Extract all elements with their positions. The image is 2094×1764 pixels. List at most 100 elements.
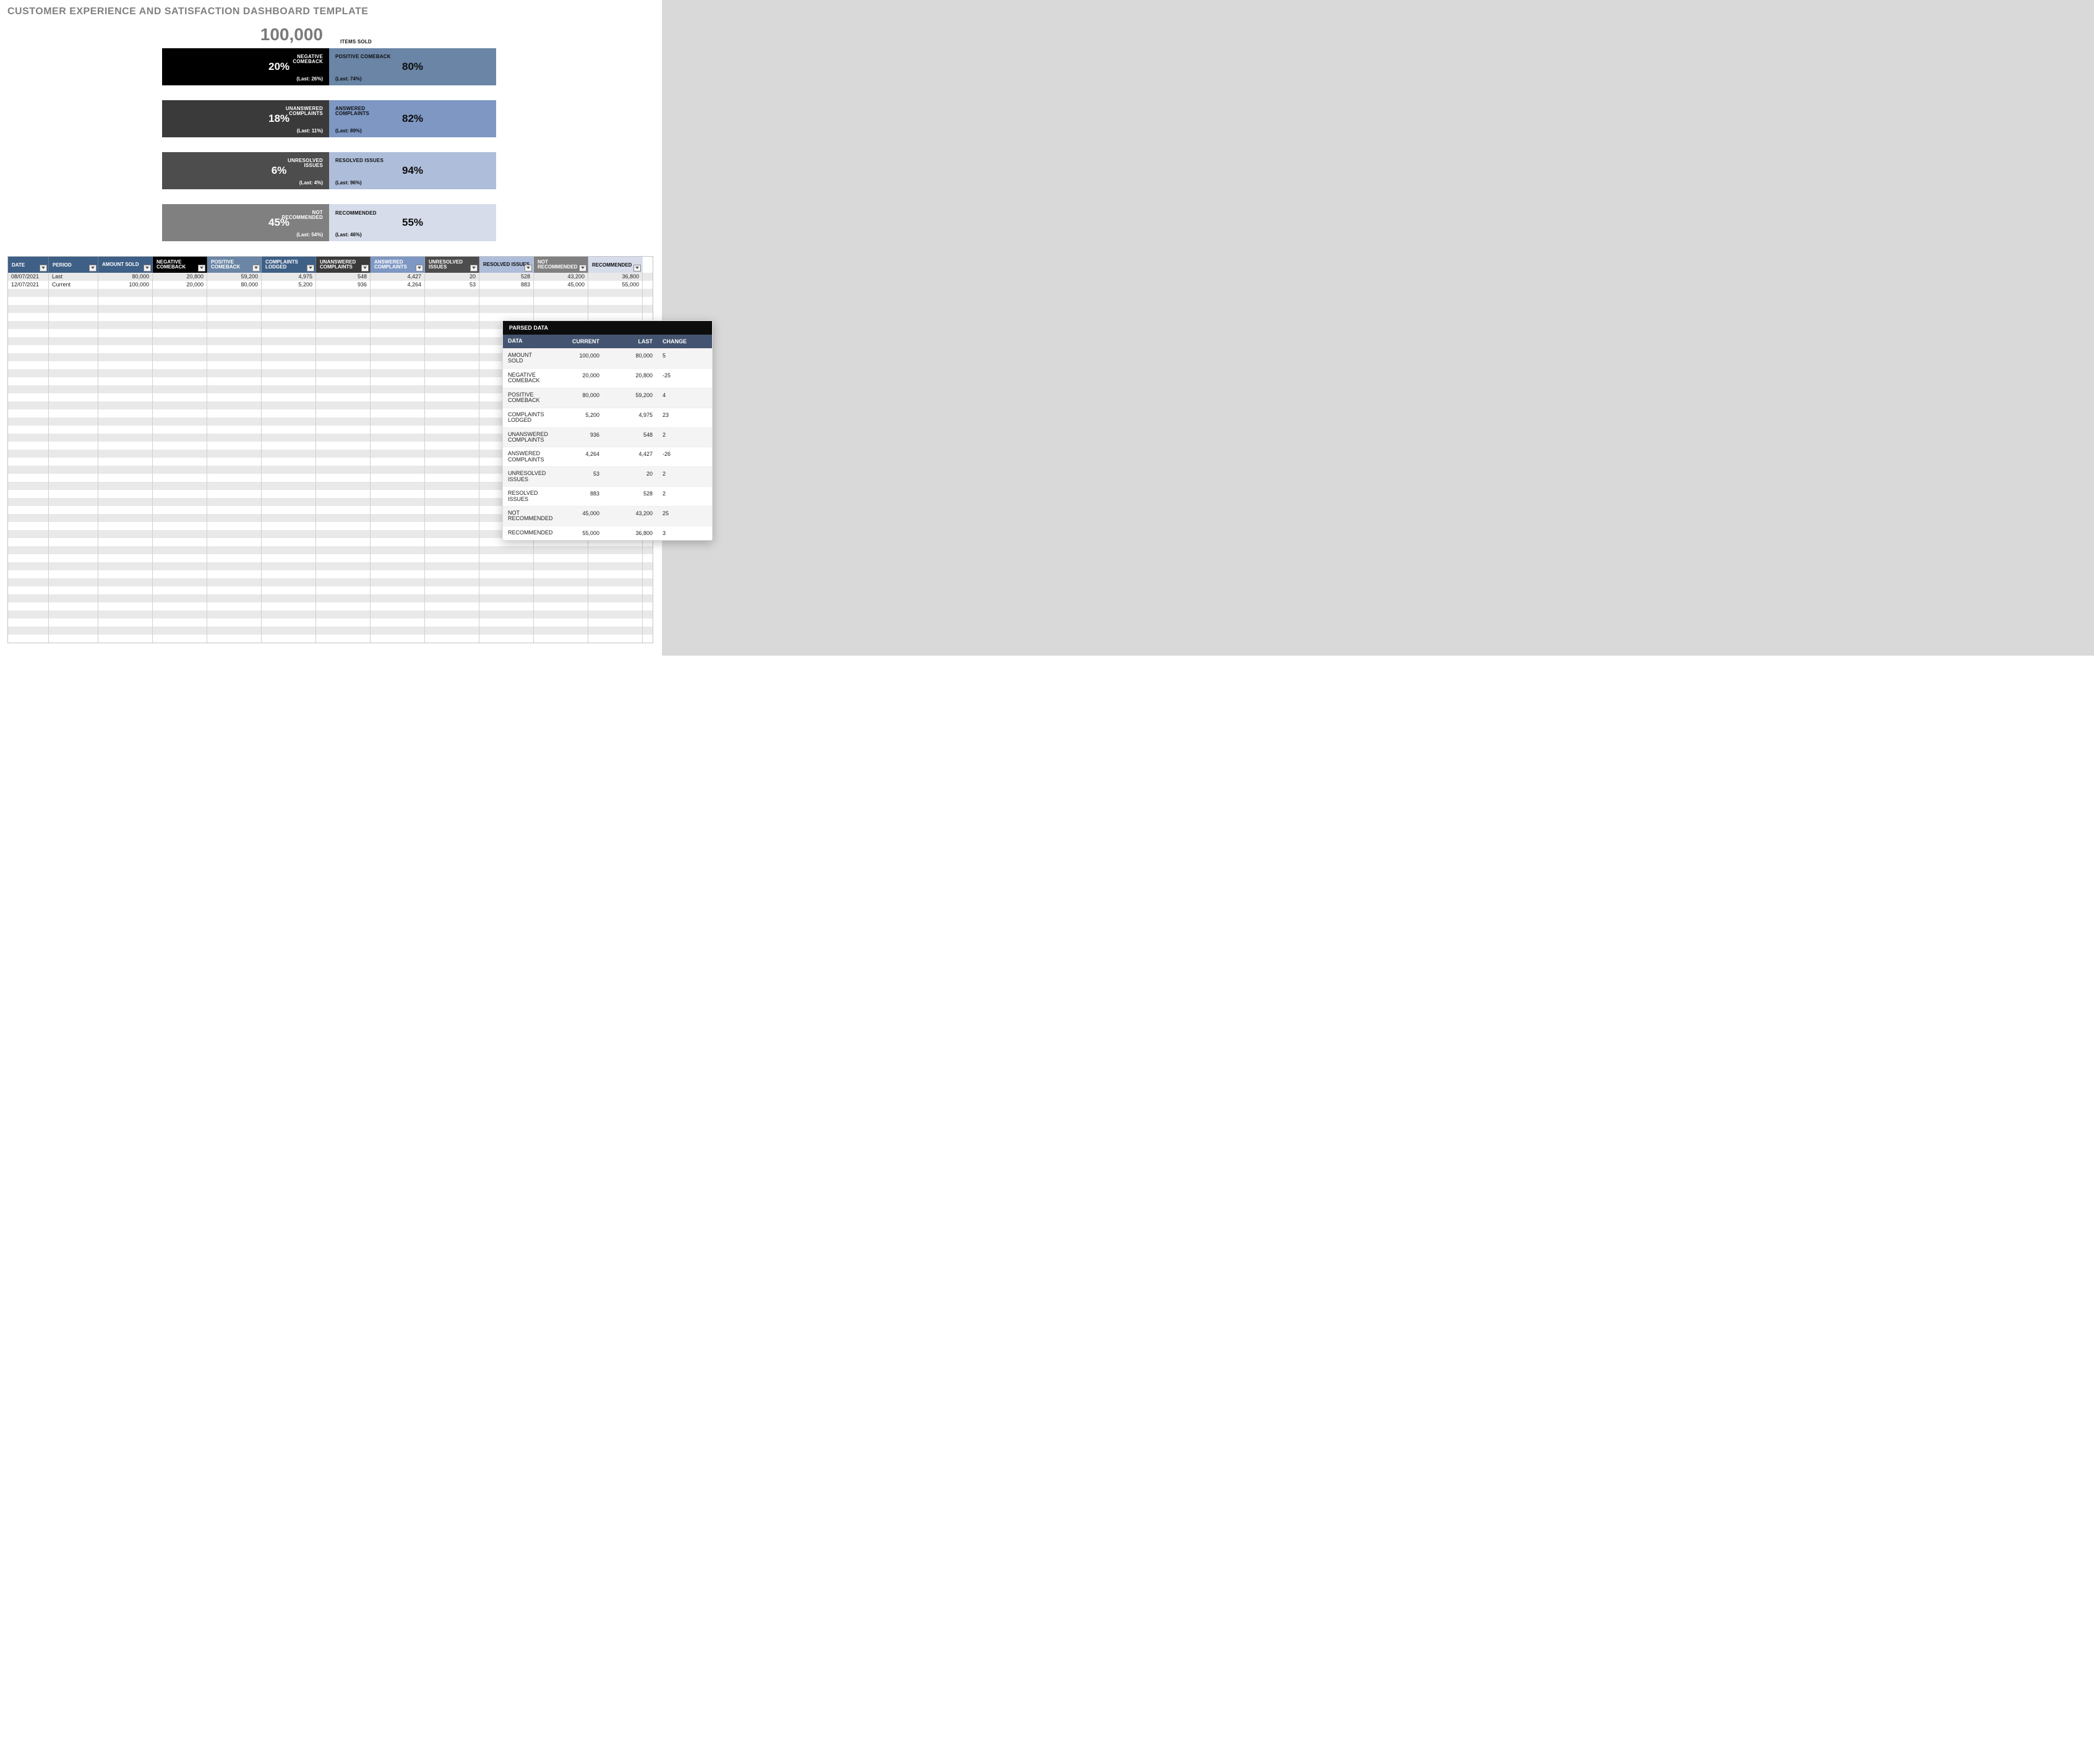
table-cell[interactable] <box>8 417 49 426</box>
table-cell[interactable] <box>49 305 98 313</box>
table-cell[interactable] <box>371 514 425 522</box>
grid-header-cell[interactable]: ANSWERED COMPLAINTS <box>371 257 425 273</box>
table-cell[interactable] <box>98 586 153 594</box>
table-cell[interactable] <box>98 345 153 353</box>
table-cell[interactable] <box>207 635 262 643</box>
table-cell[interactable] <box>98 514 153 522</box>
table-row[interactable] <box>8 554 653 562</box>
table-cell[interactable] <box>49 377 98 385</box>
table-cell[interactable] <box>425 474 479 482</box>
table-cell[interactable] <box>425 546 479 554</box>
grid-header-cell[interactable]: NOT RECOMMENDED <box>534 257 588 273</box>
table-cell[interactable] <box>534 602 588 610</box>
table-cell[interactable] <box>49 506 98 514</box>
table-cell[interactable] <box>316 442 371 450</box>
table-cell[interactable] <box>98 570 153 578</box>
table-cell[interactable] <box>371 297 425 305</box>
table-cell[interactable] <box>207 393 262 401</box>
table-cell[interactable] <box>588 289 643 297</box>
table-cell[interactable] <box>98 442 153 450</box>
table-cell[interactable] <box>49 361 98 369</box>
table-row[interactable] <box>8 594 653 602</box>
table-cell[interactable] <box>8 329 49 337</box>
table-cell[interactable] <box>207 490 262 498</box>
table-cell[interactable] <box>262 619 316 627</box>
table-cell[interactable] <box>8 578 49 586</box>
table-cell[interactable] <box>49 458 98 466</box>
table-cell[interactable] <box>316 482 371 490</box>
table-cell[interactable] <box>316 586 371 594</box>
table-cell[interactable] <box>207 514 262 522</box>
table-cell[interactable] <box>8 289 49 297</box>
table-cell[interactable] <box>262 538 316 546</box>
table-cell[interactable] <box>98 538 153 546</box>
table-cell[interactable] <box>425 401 479 409</box>
table-cell[interactable] <box>316 490 371 498</box>
table-cell[interactable] <box>8 345 49 353</box>
table-cell[interactable]: 100,000 <box>98 281 153 289</box>
table-cell[interactable] <box>8 562 49 570</box>
table-cell[interactable] <box>153 345 207 353</box>
table-cell[interactable] <box>262 289 316 297</box>
table-cell[interactable] <box>8 450 49 458</box>
table-cell[interactable] <box>98 554 153 562</box>
table-cell[interactable] <box>425 506 479 514</box>
table-cell[interactable] <box>588 594 643 602</box>
table-cell[interactable] <box>479 562 534 570</box>
table-cell[interactable] <box>153 337 207 345</box>
table-row[interactable] <box>8 562 653 570</box>
table-cell[interactable] <box>316 578 371 586</box>
table-cell[interactable] <box>98 313 153 321</box>
table-cell[interactable] <box>153 361 207 369</box>
table-cell[interactable] <box>207 321 262 329</box>
table-cell[interactable] <box>262 602 316 610</box>
table-cell[interactable] <box>153 466 207 474</box>
table-cell[interactable] <box>588 305 643 313</box>
table-row[interactable] <box>8 619 653 627</box>
table-cell[interactable] <box>316 313 371 321</box>
table-cell[interactable] <box>8 538 49 546</box>
table-cell[interactable] <box>49 498 98 506</box>
table-cell[interactable] <box>153 377 207 385</box>
table-cell[interactable] <box>98 289 153 297</box>
table-cell[interactable] <box>262 417 316 426</box>
table-cell[interactable] <box>8 594 49 602</box>
table-cell[interactable] <box>425 321 479 329</box>
table-cell[interactable] <box>207 385 262 393</box>
table-cell[interactable] <box>316 361 371 369</box>
table-cell[interactable] <box>153 514 207 522</box>
table-cell[interactable] <box>98 305 153 313</box>
table-cell[interactable] <box>153 393 207 401</box>
table-cell[interactable]: 43,200 <box>534 273 588 281</box>
table-cell[interactable] <box>8 610 49 619</box>
table-cell[interactable] <box>262 377 316 385</box>
table-cell[interactable] <box>371 426 425 434</box>
table-cell[interactable] <box>316 321 371 329</box>
table-cell[interactable] <box>371 594 425 602</box>
table-cell[interactable] <box>98 369 153 377</box>
table-cell[interactable]: 4,975 <box>262 273 316 281</box>
table-cell[interactable] <box>49 345 98 353</box>
table-cell[interactable] <box>153 458 207 466</box>
table-cell[interactable] <box>371 466 425 474</box>
table-cell[interactable] <box>49 337 98 345</box>
table-cell[interactable] <box>49 474 98 482</box>
table-cell[interactable] <box>371 570 425 578</box>
table-cell[interactable] <box>425 627 479 635</box>
table-cell[interactable] <box>371 434 425 442</box>
table-cell[interactable] <box>49 602 98 610</box>
table-cell[interactable] <box>479 578 534 586</box>
table-cell[interactable] <box>8 409 49 417</box>
table-cell[interactable] <box>207 450 262 458</box>
table-cell[interactable] <box>153 434 207 442</box>
table-cell[interactable] <box>207 377 262 385</box>
table-cell[interactable] <box>371 490 425 498</box>
table-cell[interactable] <box>316 602 371 610</box>
table-cell[interactable] <box>207 602 262 610</box>
table-cell[interactable] <box>534 570 588 578</box>
table-cell[interactable] <box>207 538 262 546</box>
table-cell[interactable] <box>98 506 153 514</box>
table-cell[interactable] <box>262 337 316 345</box>
table-cell[interactable] <box>8 570 49 578</box>
table-row[interactable] <box>8 570 653 578</box>
